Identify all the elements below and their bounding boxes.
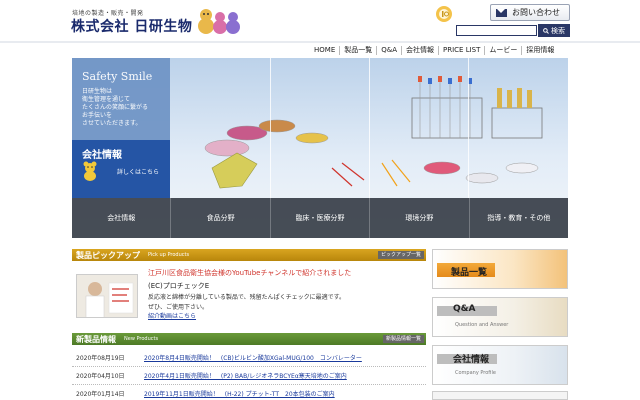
news-date: 2020年08月19日 <box>76 355 125 362</box>
banner-qa[interactable]: Q&A Question and Answer <box>432 297 568 337</box>
nav-item-home[interactable]: HOME <box>310 46 339 55</box>
nav-item-price-list[interactable]: PRICE LIST <box>438 45 484 55</box>
contact-button[interactable]: お問い合わせ <box>490 4 570 21</box>
banner-products-title: 製品一覧 <box>451 268 488 278</box>
anniversary-badge-icon <box>436 6 452 22</box>
hero-title: Safety Smile <box>82 70 153 83</box>
search-icon <box>543 27 549 34</box>
category-bar: 会社情報 食品分野 臨床・医療分野 環境分野 指導・教育・その他 <box>72 198 568 238</box>
pickup-description: 反応液と綿棒が分離している製品で、残留たんぱくチェックに最適です。 <box>148 294 345 301</box>
news-link[interactable]: 2020年4月1日販売開始！ (P2) BAB/レジオネラBCYEα寒天培地のご… <box>144 371 347 380</box>
company-box-title: 会社情報 <box>82 150 122 161</box>
news-row: 2020年04月10日 2020年4月1日販売開始！ (P2) BAB/レジオネ… <box>72 367 426 385</box>
banner-company-title: 会社情報 <box>453 355 490 365</box>
hero-panel-divider <box>468 58 469 198</box>
pickup-title: 製品ピックアップ <box>76 250 140 260</box>
nav-item-products[interactable]: 製品一覧 <box>339 45 376 55</box>
banner-company[interactable]: 会社情報 Company Profile <box>432 345 568 385</box>
news-date: 2020年04月10日 <box>76 373 125 380</box>
news-link[interactable]: 2020年8月4日販売開始！ (CB)ビルビン酸加XGal-MUG/100 コン… <box>144 353 362 362</box>
news-title: 新製品情報 <box>76 334 116 344</box>
news-date: 2020年01月14日 <box>76 391 125 398</box>
news-more-button[interactable]: 新製品情報一覧 <box>382 335 424 343</box>
banner-products[interactable]: 製品一覧 <box>432 249 568 289</box>
category-company[interactable]: 会社情報 <box>72 198 170 238</box>
search-button[interactable]: 検索 <box>538 24 570 37</box>
pickup-headline: 江戸川区食品衛生協会様のYouTubeチャンネルで紹介されました <box>148 269 352 277</box>
company-logo-text[interactable]: 株式会社 日研生物 <box>71 16 192 36</box>
banner-next[interactable] <box>432 391 568 400</box>
banner-qa-subtitle: Question and Answer <box>455 322 509 328</box>
pickup-product-name: (EC)プロチェックE <box>148 282 210 290</box>
contact-button-label: お問い合わせ <box>512 8 560 17</box>
nav-item-recruit[interactable]: 採用情報 <box>521 45 558 55</box>
pickup-subtitle: Pick up Products <box>148 252 190 258</box>
news-row: 2020年01月14日 2019年11月1日販売開始！ (H-22) プチット-… <box>72 385 426 400</box>
nav-item-qa[interactable]: Q&A <box>376 45 401 55</box>
category-food[interactable]: 食品分野 <box>170 198 269 238</box>
search-button-label: 検索 <box>551 26 565 35</box>
news-section-header: 新製品情報 New Products 新製品情報一覧 <box>72 333 426 345</box>
pickup-description-note: ぜひ、ご使用下さい。 <box>148 304 209 311</box>
search-input[interactable] <box>456 25 537 36</box>
category-environment[interactable]: 環境分野 <box>369 198 468 238</box>
news-link[interactable]: 2019年11月1日販売開始！ (H-22) プチット-TT 20本包装のご案内 <box>144 389 335 398</box>
pickup-section-header: 製品ピックアップ Pick up Products ピックアップ一覧 <box>72 249 426 261</box>
page: 培地の製造・販売・開発 株式会社 日研生物 お問い合わせ 検索 HOME 製品一… <box>0 0 640 400</box>
hero-panel-divider <box>369 58 370 198</box>
pickup-video-link[interactable]: 紹介動画はこちら <box>148 311 196 320</box>
banner-company-subtitle: Company Profile <box>455 370 496 376</box>
pickup-thumbnail-image <box>77 275 137 317</box>
hero-text: 日研生物は 衛生管理を通じて たくさんの笑顔に繋がる お手伝いを させていただき… <box>82 88 149 127</box>
lab-products-illustration <box>204 76 543 189</box>
banner-qa-title: Q&A <box>453 304 476 314</box>
site-header: 培地の製造・販売・開発 株式会社 日研生物 お問い合わせ 検索 <box>0 0 640 44</box>
nav-item-movie[interactable]: ムービー <box>484 45 521 55</box>
mascot-logo-icon <box>198 9 240 34</box>
hero-banner: Safety Smile 日研生物は 衛生管理を通じて たくさんの笑顔に繋がる … <box>72 58 568 238</box>
mail-icon <box>496 8 507 17</box>
nav-item-company[interactable]: 会社情報 <box>401 45 438 55</box>
company-box-link[interactable]: 詳しくはこちら <box>117 167 159 176</box>
pickup-more-button[interactable]: ピックアップ一覧 <box>377 251 424 259</box>
news-subtitle: New Products <box>124 336 159 342</box>
news-row: 2020年08月19日 2020年8月4日販売開始！ (CB)ビルビン酸加XGa… <box>72 349 426 367</box>
header-divider <box>0 41 640 43</box>
category-clinical[interactable]: 臨床・医療分野 <box>269 198 369 238</box>
category-education[interactable]: 指導・教育・その他 <box>468 198 568 238</box>
hero-panel-divider <box>270 58 271 198</box>
bear-mascot-icon <box>83 161 97 181</box>
main-nav: HOME 製品一覧 Q&A 会社情報 PRICE LIST ムービー 採用情報 <box>310 44 572 56</box>
pickup-thumbnail[interactable] <box>76 274 138 318</box>
company-info-box[interactable]: 会社情報 詳しくはこちら <box>72 140 170 198</box>
